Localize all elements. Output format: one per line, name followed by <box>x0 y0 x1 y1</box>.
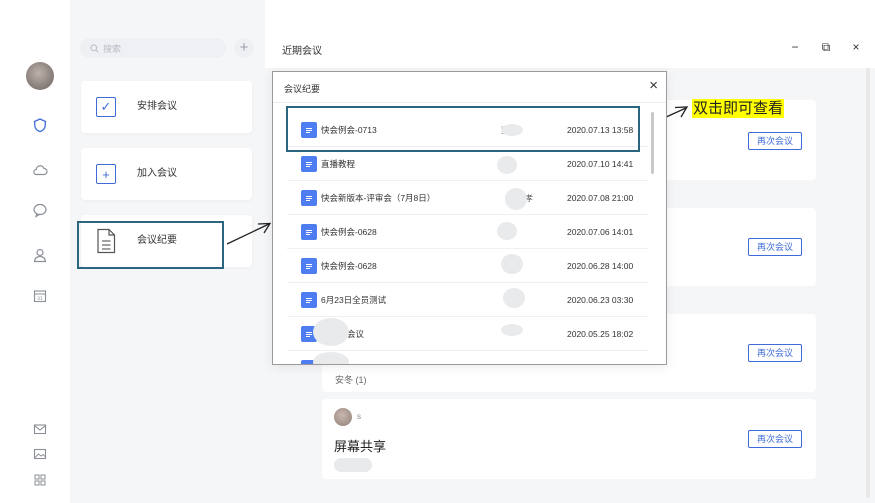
minutes-highlight-box <box>77 221 224 269</box>
rejoin-button[interactable]: 再次会议 <box>748 430 802 448</box>
rejoin-button[interactable]: 再次会议 <box>748 344 802 362</box>
divider <box>287 316 648 317</box>
file-row[interactable]: 6月23日全员测试 2020.06.23 03:30 <box>273 284 648 317</box>
file-row[interactable]: 快会新版本-评审会（7月8日） 孝 2020.07.08 21:00 <box>273 182 648 215</box>
calendar-icon[interactable]: 31 <box>30 286 50 306</box>
file-icon <box>301 156 317 172</box>
minimize-button[interactable]: − <box>788 40 802 54</box>
participant-name: s <box>357 412 361 421</box>
close-button[interactable]: × <box>849 40 863 54</box>
search-placeholder: 搜索 <box>103 43 122 54</box>
blurred-text <box>313 352 349 364</box>
blurred-text <box>334 458 372 472</box>
file-date: 2020.06.28 14:00 <box>567 261 634 271</box>
dialog-title: 会议纪要 <box>284 84 321 94</box>
divider <box>287 350 648 351</box>
divider <box>273 102 666 103</box>
meeting-owner: 安冬 (1) <box>335 375 367 385</box>
participant-avatar <box>334 408 352 426</box>
divider <box>287 248 648 249</box>
divider <box>287 180 648 181</box>
file-date: 2020.06.23 03:30 <box>567 295 634 305</box>
plus-square-icon: + <box>96 164 116 184</box>
check-square-icon: ✓ <box>96 97 116 117</box>
meeting-title: 屏幕共享 <box>334 439 387 454</box>
blurred-text <box>501 324 523 336</box>
image-icon[interactable] <box>30 444 50 464</box>
dialog-close-button[interactable]: × <box>649 77 658 94</box>
file-name: 直播教程 <box>321 159 356 169</box>
file-date: 2020.07.06 14:01 <box>567 227 634 237</box>
main-scrollbar[interactable] <box>866 68 870 498</box>
schedule-meeting-label: 安排会议 <box>137 101 177 112</box>
chat-icon[interactable] <box>30 200 50 220</box>
file-date: 2020.07.10 14:41 <box>567 159 634 169</box>
restore-button[interactable]: ⧉ <box>819 40 833 55</box>
contacts-icon[interactable] <box>30 245 50 265</box>
file-row[interactable]: 快会例会-0628 2020.07.06 14:01 <box>273 216 648 249</box>
file-name: 6月23日全员测试 <box>321 295 387 305</box>
file-name: 会议 <box>347 329 365 339</box>
cloud-icon[interactable] <box>30 160 50 180</box>
search-icon <box>90 43 99 52</box>
user-avatar[interactable] <box>26 62 54 90</box>
file-highlight-box <box>286 106 640 152</box>
svg-text:31: 31 <box>37 296 43 302</box>
blurred-text <box>503 288 525 308</box>
page-title: 近期会议 <box>282 46 322 57</box>
file-name: 快会新版本-评审会（7月8日） <box>321 193 436 203</box>
icon-rail: 31 <box>0 0 78 503</box>
join-meeting-label: 加入会议 <box>137 168 177 179</box>
apps-grid-icon[interactable] <box>30 470 50 490</box>
blurred-text <box>497 222 517 240</box>
add-button[interactable]: + <box>234 38 254 58</box>
file-date: 2020.05.18 03:52 <box>567 352 633 364</box>
top-bar <box>265 0 875 68</box>
search-input[interactable]: 搜索 <box>80 38 226 58</box>
blurred-text <box>497 156 517 174</box>
file-name: 快会例会-0628 <box>321 261 377 271</box>
meeting-card[interactable]: 再次会议 <box>322 399 816 479</box>
file-icon <box>301 190 317 206</box>
divider <box>287 214 648 215</box>
file-icon <box>301 292 317 308</box>
blurred-text <box>313 318 349 346</box>
dialog-scrollbar[interactable] <box>651 112 654 174</box>
file-row[interactable]: 直播教程 2020.07.10 14:41 <box>273 148 648 181</box>
rejoin-button[interactable]: 再次会议 <box>748 132 802 150</box>
blurred-text <box>505 188 527 210</box>
file-date: 2020.05.25 18:02 <box>567 329 634 339</box>
meetings-icon[interactable] <box>30 115 50 135</box>
file-icon <box>301 258 317 274</box>
join-meeting-button[interactable]: + 加入会议 <box>81 148 252 200</box>
file-name: 快会例会-0628 <box>321 227 377 237</box>
file-row[interactable]: 快会例会-0628 2020.06.28 14:00 <box>273 250 648 283</box>
file-icon <box>301 224 317 240</box>
divider <box>287 282 648 283</box>
blurred-text <box>501 254 523 274</box>
rejoin-button[interactable]: 再次会议 <box>748 238 802 256</box>
annotation-label: 双击即可查看 <box>692 99 785 118</box>
mail-icon[interactable] <box>30 419 50 439</box>
file-date: 2020.07.08 21:00 <box>567 193 634 203</box>
schedule-meeting-button[interactable]: ✓ 安排会议 <box>81 81 252 133</box>
annotation-arrow-icon <box>226 222 272 245</box>
